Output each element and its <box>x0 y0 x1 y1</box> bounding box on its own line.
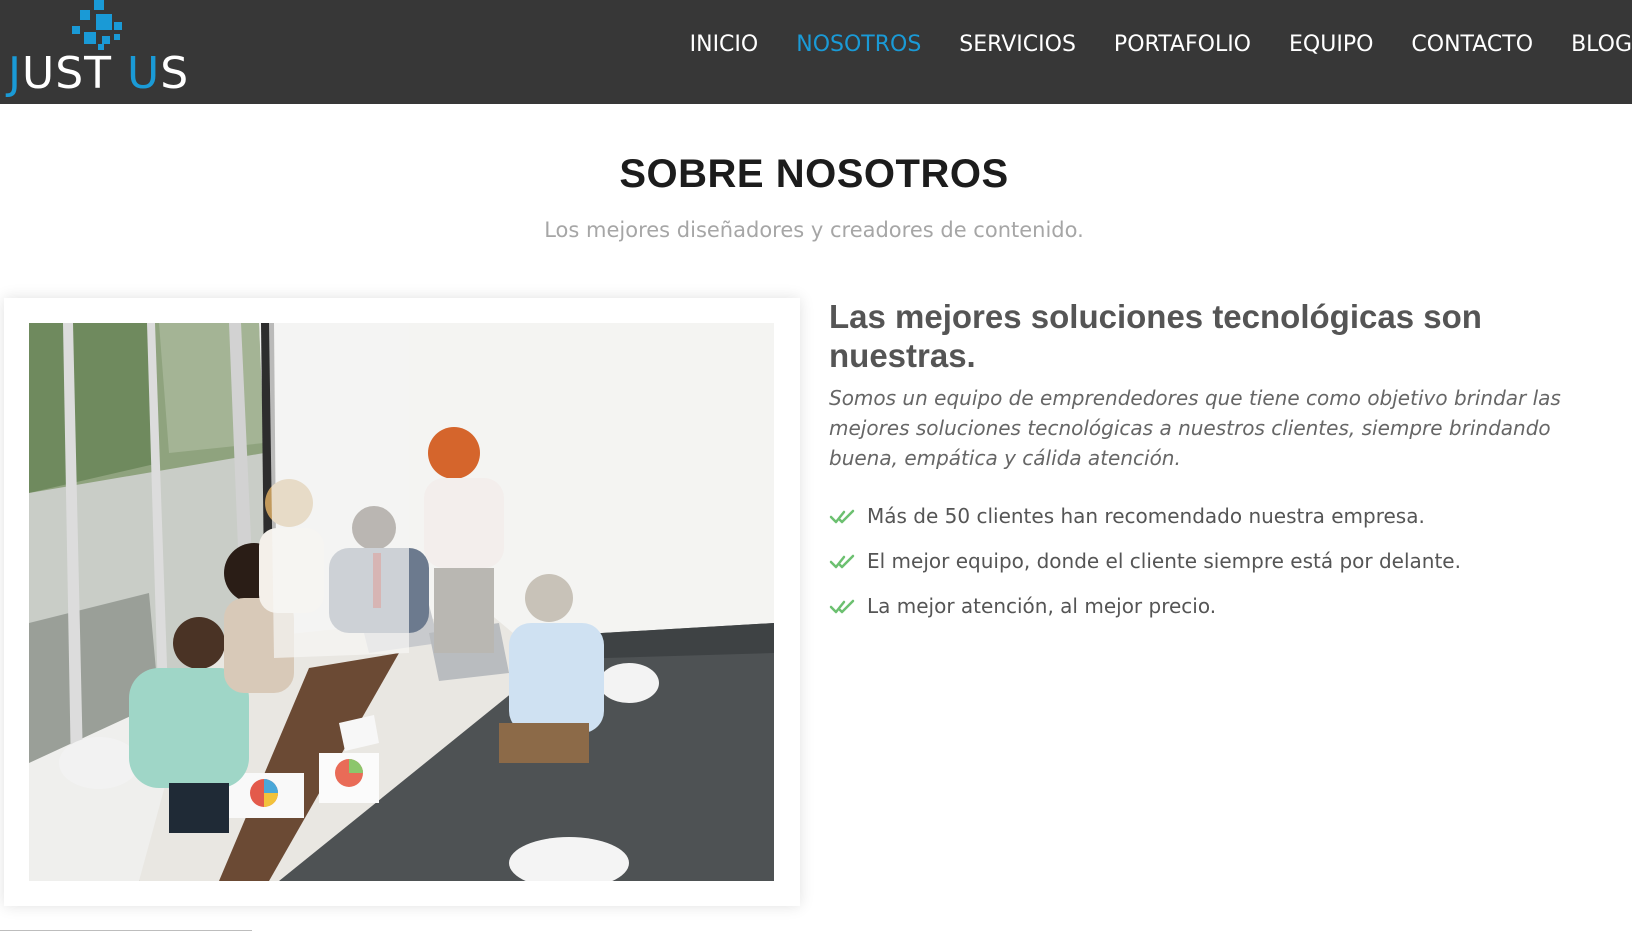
nav-item-nosotros[interactable]: NOSOTROS <box>796 28 921 62</box>
nav-item-servicios[interactable]: SERVICIOS <box>959 28 1076 62</box>
feature-text: Más de 50 clientes han recomendado nuest… <box>867 503 1425 528</box>
double-check-icon <box>829 554 855 568</box>
team-meeting-photo <box>29 323 774 881</box>
navbar: JUST US INICIO NOSOTROS SERVICIOS PORTAF… <box>0 0 1632 104</box>
feature-list: Más de 50 clientes han recomendado nuest… <box>829 493 1619 628</box>
logo-pixel-icon <box>72 0 122 50</box>
main-nav: INICIO NOSOTROS SERVICIOS PORTAFOLIO EQU… <box>652 28 1632 62</box>
section-subtitle: Los mejores diseñadores y creadores de c… <box>544 218 1084 242</box>
nav-item-blog[interactable]: BLOG <box>1571 28 1632 62</box>
photo-card <box>4 298 800 906</box>
about-heading: Las mejores soluciones tecnológicas son … <box>829 298 1482 374</box>
nav-item-equipo[interactable]: EQUIPO <box>1289 28 1373 62</box>
logo-letter-u: U <box>126 48 161 99</box>
nav-item-portafolio[interactable]: PORTAFOLIO <box>1114 28 1251 62</box>
feature-text: La mejor atención, al mejor precio. <box>867 593 1217 618</box>
logo-text: JUST US <box>8 52 189 96</box>
divider <box>0 930 252 931</box>
logo-letter-j: J <box>8 48 22 99</box>
about-lead: Somos un equipo de emprendedores que tie… <box>829 386 1561 470</box>
list-item: El mejor equipo, donde el cliente siempr… <box>829 538 1619 583</box>
logo-letter-s: S <box>160 48 190 99</box>
list-item: La mejor atención, al mejor precio. <box>829 583 1619 628</box>
nav-item-inicio[interactable]: INICIO <box>690 28 759 62</box>
section-title: SOBRE NOSOTROS <box>619 152 1009 196</box>
feature-text: El mejor equipo, donde el cliente siempr… <box>867 548 1461 573</box>
logo[interactable]: JUST US <box>4 0 194 100</box>
double-check-icon <box>829 599 855 613</box>
logo-letters-ust: UST <box>21 48 127 99</box>
double-check-icon <box>829 509 855 523</box>
list-item: Más de 50 clientes han recomendado nuest… <box>829 493 1619 538</box>
nav-item-contacto[interactable]: CONTACTO <box>1411 28 1533 62</box>
